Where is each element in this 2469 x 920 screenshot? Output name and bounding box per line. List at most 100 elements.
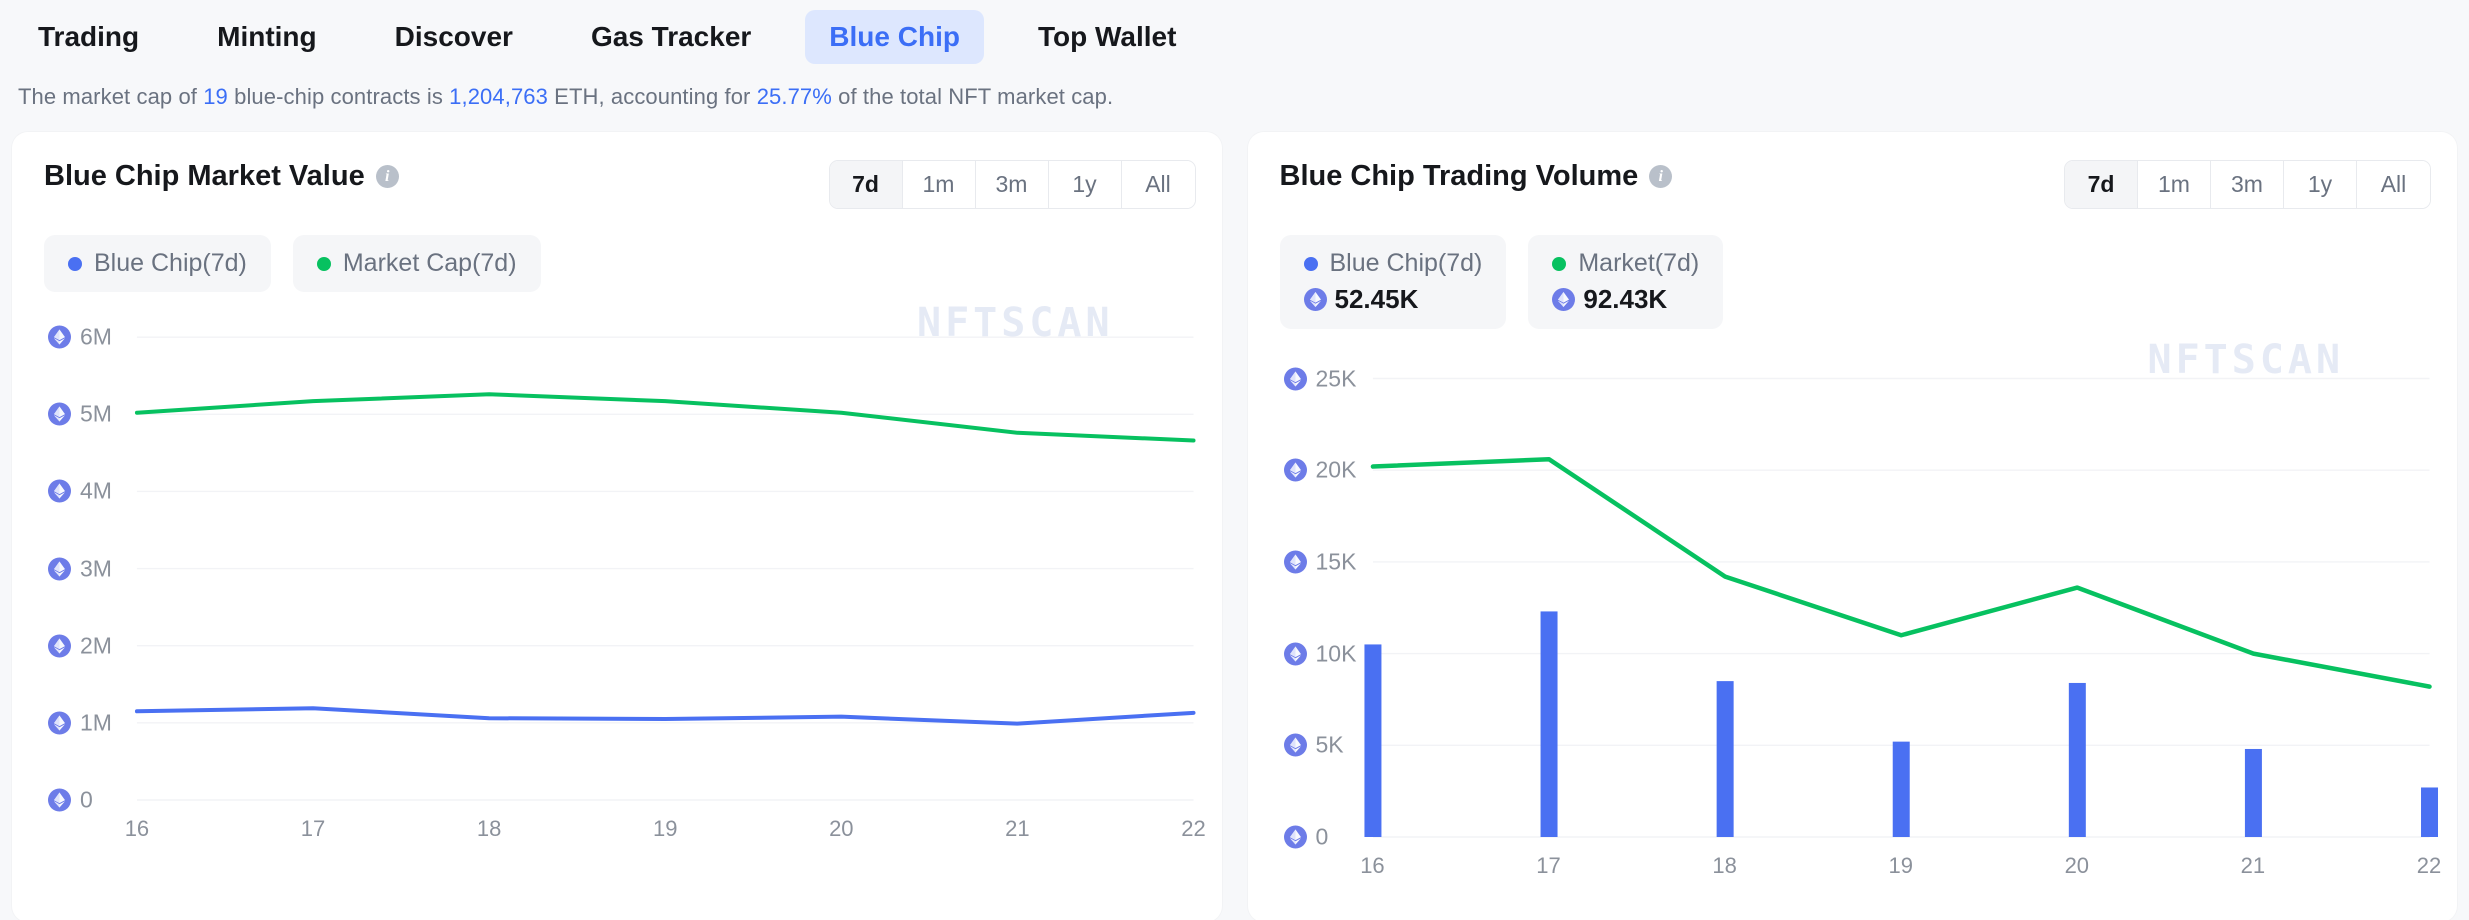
y-axis-tick-label: 0 (1315, 823, 1329, 850)
legend-dot-blue-icon (68, 256, 82, 271)
tab-gas-tracker[interactable]: Gas Tracker (567, 10, 775, 64)
eth-icon (1552, 288, 1576, 311)
left-legend: Blue Chip(7d) Market Cap(7d) (12, 209, 1222, 292)
legend-label-blue-chip: Blue Chip(7d) (94, 249, 247, 277)
y-axis-tick: 1M (48, 709, 112, 736)
y-axis-tick: 15K (1283, 548, 1357, 575)
y-axis-tick: 0 (48, 787, 93, 814)
y-axis-tick: 5M (48, 401, 112, 428)
volume-bar (1892, 741, 1910, 837)
summary-text-2: blue-chip contracts is (227, 84, 450, 109)
x-axis-tick: 19 (1888, 853, 1913, 878)
y-axis-tick: 20K (1283, 456, 1357, 484)
legend-item-market-cap[interactable]: Market Cap(7d) (292, 235, 541, 292)
line-series-1 (134, 706, 1196, 726)
eth-icon (1283, 458, 1307, 482)
page-title-right: Blue Chip Trading Volume (1279, 160, 1639, 192)
info-icon[interactable]: i (1649, 165, 1673, 188)
eth-icon (1283, 367, 1307, 390)
tab-minting[interactable]: Minting (193, 10, 341, 64)
y-axis-tick-label: 5K (1315, 731, 1344, 758)
x-axis-tick: 17 (300, 816, 326, 841)
legend-item-blue-chip[interactable]: Blue Chip(7d) (44, 235, 271, 292)
eth-icon (48, 711, 71, 735)
right-card-title: Blue Chip Trading Volume i (1280, 160, 1673, 193)
y-axis-tick: 6M (48, 324, 112, 351)
x-axis-tick: 22 (2416, 853, 2442, 878)
right-range-selector: 7d 1m 3m 1y All (2064, 160, 2431, 209)
eth-icon (1283, 825, 1307, 849)
x-axis-tick: 21 (1005, 816, 1030, 841)
range-1y[interactable]: 1y (1048, 161, 1122, 208)
x-axis-tick: 20 (2064, 853, 2090, 878)
range-3m[interactable]: 3m (2211, 161, 2284, 208)
legend-value-market: 92.43K (1583, 284, 1668, 314)
main-nav: Trading Minting Discover Gas Tracker Blu… (0, 0, 2469, 74)
y-axis-tick-label: 4M (80, 477, 112, 504)
legend-item-market[interactable]: Market(7d) 92.43K (1528, 235, 1724, 329)
tab-blue-chip[interactable]: Blue Chip (805, 10, 984, 64)
tab-top-wallet[interactable]: Top Wallet (1014, 10, 1200, 64)
range-1y[interactable]: 1y (2284, 161, 2357, 208)
volume-bar (2068, 682, 2086, 837)
eth-icon (1283, 550, 1307, 574)
eth-icon (48, 325, 71, 349)
eth-icon (1303, 288, 1327, 311)
legend-dot-green-icon (316, 256, 331, 271)
legend-label-market: Market(7d) (1578, 249, 1700, 277)
range-3m[interactable]: 3m (975, 161, 1049, 208)
x-axis-tick: 22 (1181, 816, 1206, 841)
x-axis-tick: 18 (1712, 853, 1737, 878)
eth-icon (48, 402, 71, 426)
y-axis-tick-label: 15K (1315, 548, 1357, 575)
market-cap-value: 1,204,763 (449, 84, 548, 109)
volume-bar (1540, 611, 1558, 837)
y-axis-tick: 5K (1283, 731, 1344, 759)
y-axis-tick: 25K (1283, 365, 1356, 392)
page-title-left: Blue Chip Market Value (44, 160, 365, 192)
range-all[interactable]: All (1121, 161, 1195, 208)
tab-discover[interactable]: Discover (371, 10, 537, 64)
line-series-0 (134, 392, 1196, 443)
x-axis-tick: 21 (2240, 853, 2266, 878)
left-chart-svg[interactable] (12, 292, 1222, 852)
y-axis-tick: 2M (48, 632, 112, 659)
x-axis-tick: 19 (652, 816, 678, 841)
volume-bar (1363, 644, 1381, 837)
volume-bar (2244, 748, 2262, 837)
market-cap-summary: The market cap of 19 blue-chip contracts… (0, 74, 2469, 132)
blue-chip-market-value-card: Blue Chip Market Value i 7d 1m 3m 1y All… (12, 132, 1222, 920)
legend-label-blue-chip: Blue Chip(7d) (1329, 249, 1483, 277)
legend-dot-green-icon (1552, 256, 1567, 271)
tab-trading[interactable]: Trading (14, 10, 163, 64)
x-axis-tick: 17 (1536, 853, 1561, 878)
volume-bar (1716, 681, 1734, 837)
range-1m[interactable]: 1m (2138, 161, 2211, 208)
x-axis-tick: 16 (124, 816, 150, 841)
eth-icon (1283, 733, 1307, 757)
right-chart-area: NFTSCAN 0 5K 10K 15K 20K 25K 16 17 18 19 20 21 22 (1248, 329, 2458, 889)
y-axis-tick-label: 20K (1315, 456, 1357, 483)
y-axis-tick-label: 3M (80, 555, 112, 582)
blue-chip-trading-volume-card: Blue Chip Trading Volume i 7d 1m 3m 1y A… (1247, 132, 2458, 920)
right-chart-svg[interactable] (1248, 329, 2458, 889)
range-1m[interactable]: 1m (902, 161, 976, 208)
left-range-selector: 7d 1m 3m 1y All (828, 160, 1196, 209)
left-card-title: Blue Chip Market Value i (44, 160, 399, 193)
left-chart-gridlines (136, 336, 1194, 801)
legend-label-market-cap: Market Cap(7d) (342, 249, 517, 277)
summary-text-3: ETH, accounting for (547, 84, 757, 109)
eth-icon (1283, 642, 1307, 666)
right-chart-line (1370, 456, 2432, 689)
range-7d[interactable]: 7d (829, 161, 903, 208)
range-all[interactable]: All (2357, 161, 2430, 208)
x-axis-tick: 20 (829, 816, 854, 841)
eth-icon (48, 479, 71, 503)
range-7d[interactable]: 7d (2065, 161, 2138, 208)
y-axis-tick-label: 10K (1315, 640, 1357, 667)
info-icon[interactable]: i (375, 165, 399, 188)
legend-item-blue-chip[interactable]: Blue Chip(7d) 52.45K (1279, 235, 1507, 329)
x-axis-tick: 16 (1360, 853, 1385, 878)
y-axis-tick: 3M (48, 555, 112, 582)
eth-icon (48, 788, 71, 812)
